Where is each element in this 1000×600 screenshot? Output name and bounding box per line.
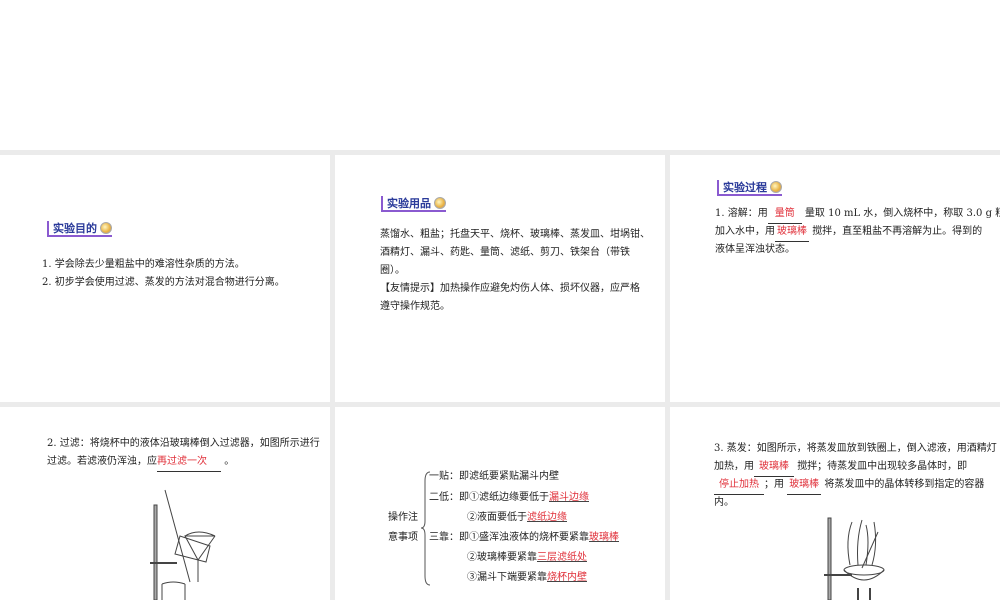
answer: 玻璃棒 (787, 476, 822, 495)
lightbulb-icon (100, 222, 112, 234)
text: ②液面要低于 (467, 512, 527, 523)
answer: 漏斗边缘 (549, 492, 589, 503)
text-line: 1. 溶解：用 量筒 量取 10 mL 水，倒入烧杯中，称取 3.0 g 粗盐 (715, 205, 1000, 224)
text-line: 液体呈浑浊状态。 (715, 244, 795, 255)
text-line: 3. 蒸发：如图所示，将蒸发皿放到铁圈上，倒入滤液，用酒精灯 (714, 443, 997, 454)
answer: 滤纸边缘 (527, 512, 567, 523)
text-line: 停止加热 ；用 玻璃棒 将蒸发皿中的晶体转移到指定的容器 (714, 476, 984, 495)
panel-evaporation: 3. 蒸发：如图所示，将蒸发皿放到铁圈上，倒入滤液，用酒精灯 加热，用 玻璃棒 搅… (670, 407, 1000, 600)
panel-materials: 实验用品 蒸馏水、粗盐；托盘天平、烧杯、玻璃棒、蒸发皿、坩埚钳、 酒精灯、漏斗、… (335, 155, 665, 402)
header-title: 实验目的 (53, 222, 97, 235)
panel-purpose: 实验目的 1. 学会除去少量粗盐中的难溶性杂质的方法。 2. 初步学会使用过滤、… (0, 155, 330, 402)
note-row: ②液面要低于滤纸边缘 (467, 509, 567, 527)
text-line: 酒精灯、漏斗、药匙、量筒、滤纸、剪刀、铁架台（带铁 (380, 247, 630, 258)
evaporation-apparatus-illustration (824, 517, 885, 600)
text-line: 【友情提示】加热操作应避免灼伤人体、损坏仪器，应严格 (380, 283, 640, 294)
text-line: 遵守操作规范。 (380, 301, 450, 312)
text: ②玻璃棒要紧靠 (467, 552, 537, 563)
text: 过滤。若滤液仍浑浊，应 (47, 456, 157, 467)
text: 加入水中，用 (715, 226, 775, 237)
text-line: 2. 过滤：将烧杯中的液体沿玻璃棒倒入过滤器，如图所示进行 (47, 438, 320, 449)
section-header: 实验目的 (47, 221, 112, 237)
lightbulb-icon (434, 197, 446, 209)
section-header: 实验用品 (381, 196, 446, 212)
text-line: 圈）。 (380, 265, 405, 276)
text-line: 内。 (714, 497, 734, 508)
note-row: 二低：即①滤纸边缘要低于漏斗边缘 (429, 489, 589, 507)
text-line: 蒸馏水、粗盐；托盘天平、烧杯、玻璃棒、蒸发皿、坩埚钳、 (380, 229, 650, 240)
text-line: 加入水中，用 玻璃棒 搅拌，直至粗盐不再溶解为止。得到的 (715, 223, 982, 242)
answer: 三层滤纸处 (537, 552, 587, 563)
note-row: ③漏斗下端要紧靠烧杯内壁 (467, 569, 587, 587)
answer: 玻璃棒 (589, 532, 619, 543)
note-row: 三靠：即①盛浑浊液体的烧杯要紧靠玻璃棒 (429, 529, 619, 547)
panel-filter: 2. 过滤：将烧杯中的液体沿玻璃棒倒入过滤器，如图所示进行 过滤。若滤液仍浑浊，… (0, 407, 330, 600)
text: 。 (224, 456, 235, 467)
answer: 烧杯内壁 (547, 572, 587, 583)
answer: 停止加热 (714, 476, 764, 495)
text: ③漏斗下端要紧靠 (467, 572, 547, 583)
filtration-apparatus-illustration (150, 489, 216, 600)
list-item: 1. 学会除去少量粗盐中的难溶性杂质的方法。 (42, 259, 245, 270)
panel-notes: 操作注 意事项 一贴：即滤纸要紧贴漏斗内壁 二低：即①滤纸边缘要低于漏斗边缘 ②… (335, 407, 665, 600)
text: 搅拌，直至粗盐不再溶解为止。得到的 (812, 226, 983, 237)
section-header: 实验过程 (717, 180, 782, 196)
answer: 玻璃棒 (754, 458, 794, 477)
note-row: 一贴：即滤纸要紧贴漏斗内壁 (429, 471, 559, 482)
header-title: 实验过程 (723, 181, 767, 194)
notes-label: 操作注 (388, 512, 418, 523)
answer: 量筒 (767, 205, 802, 224)
list-item: 2. 初步学会使用过滤、蒸发的方法对混合物进行分离。 (42, 277, 285, 288)
answer: 玻璃棒 (775, 223, 809, 242)
notes-label: 意事项 (388, 532, 418, 543)
text: 加热，用 (714, 461, 754, 472)
text: 搅拌；待蒸发皿中出现较多晶体时，即 (797, 461, 968, 472)
note-row: ②玻璃棒要紧靠三层滤纸处 (467, 549, 587, 567)
text: 三靠：即①盛浑浊液体的烧杯要紧靠 (429, 532, 589, 543)
text: 量取 10 mL 水，倒入烧杯中，称取 3.0 g 粗盐 (804, 208, 1000, 219)
text: ；用 (764, 479, 784, 490)
text: 二低：即①滤纸边缘要低于 (429, 492, 549, 503)
text-line: 加热，用 玻璃棒 搅拌；待蒸发皿中出现较多晶体时，即 (714, 458, 967, 477)
text: 1. 溶解：用 (715, 208, 768, 219)
panel-process: 实验过程 1. 溶解：用 量筒 量取 10 mL 水，倒入烧杯中，称取 3.0 g… (670, 155, 1000, 402)
text: 将蒸发皿中的晶体转移到指定的容器 (824, 479, 985, 490)
header-title: 实验用品 (387, 197, 431, 210)
lightbulb-icon (770, 181, 782, 193)
